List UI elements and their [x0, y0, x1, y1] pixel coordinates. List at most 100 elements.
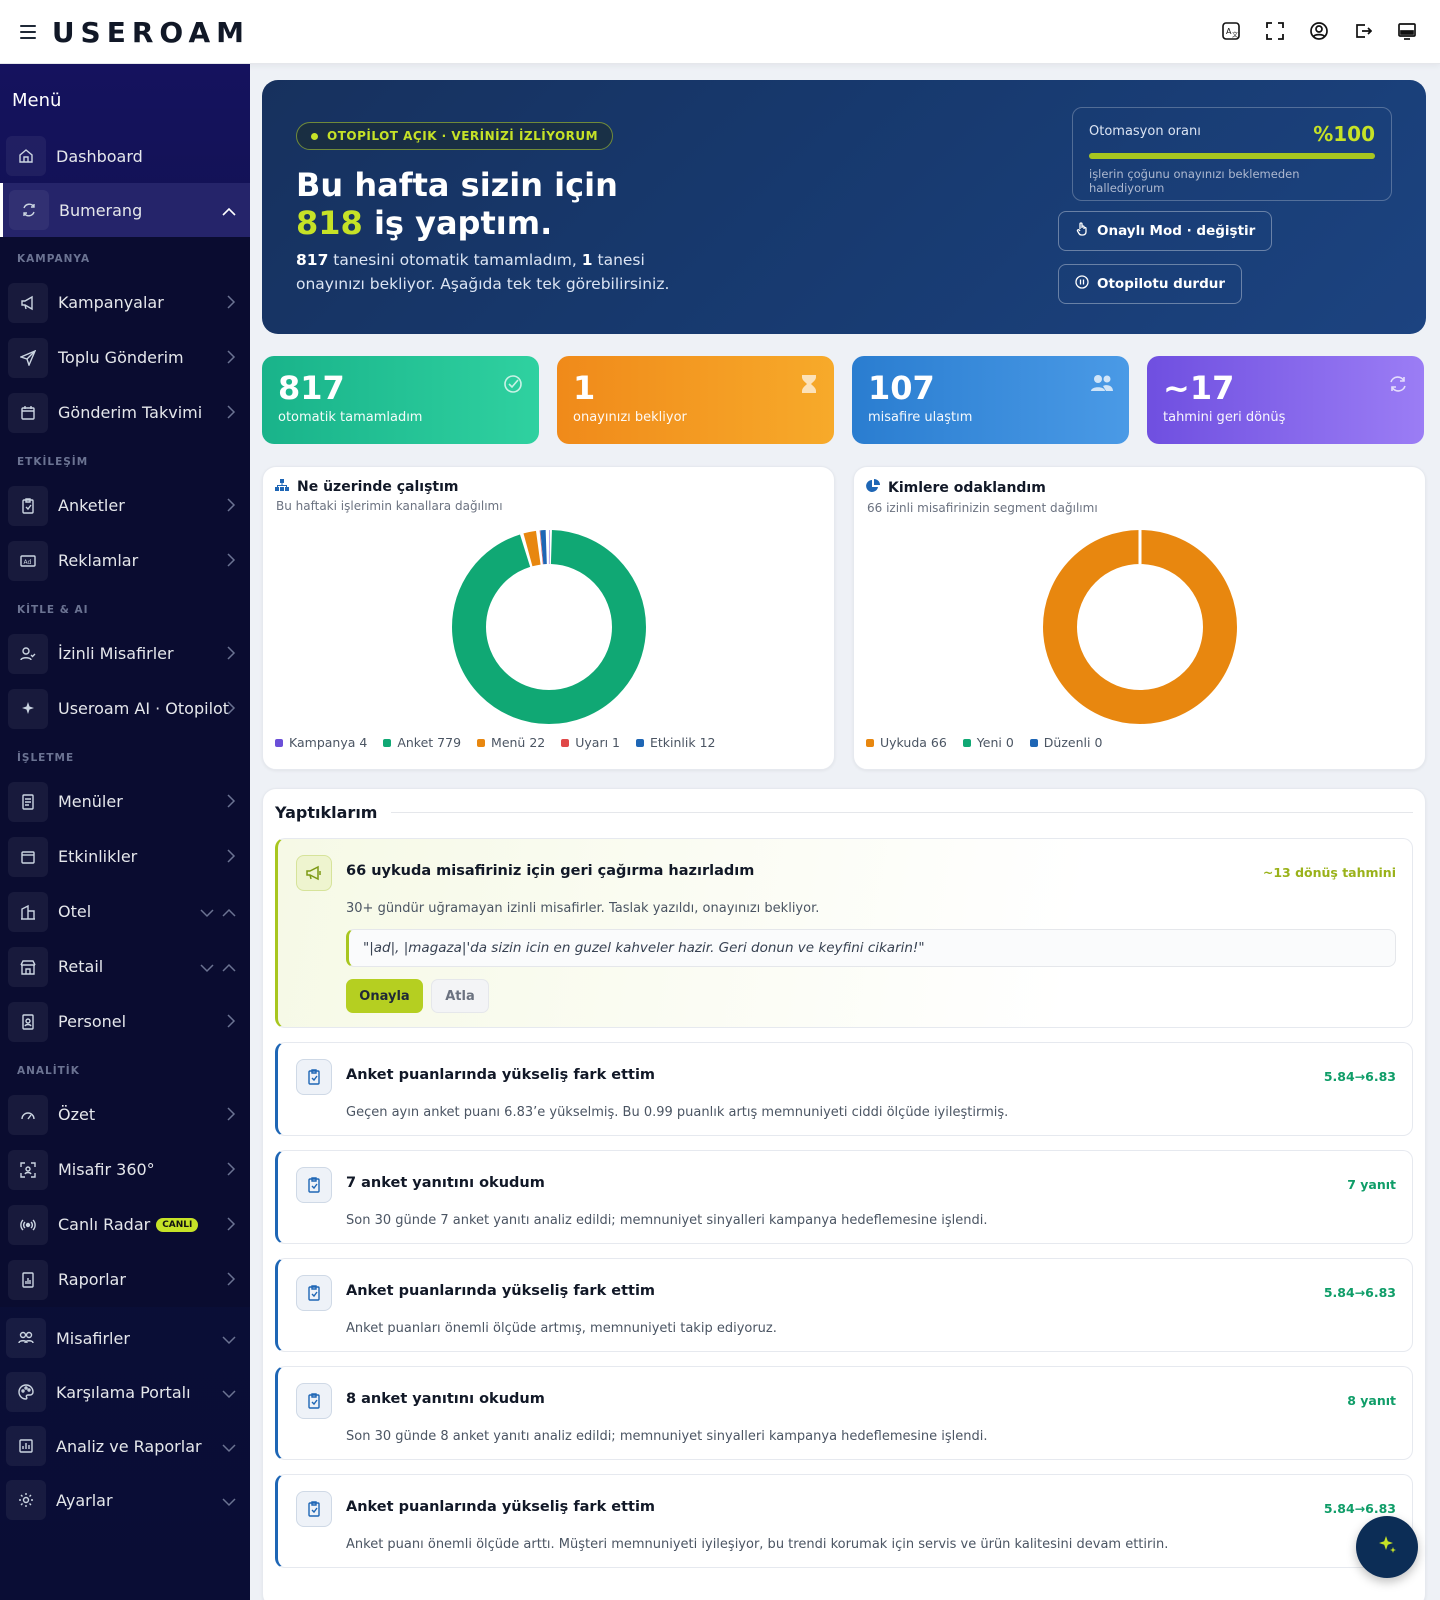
sidebar-item-label: Gönderim Takvimi [58, 403, 203, 422]
pending-count: 1 [581, 251, 593, 269]
home-icon [6, 136, 46, 176]
chevron-toggle-icon [200, 958, 236, 977]
sidebar-item-anketler[interactable]: Anketler [0, 478, 250, 533]
fullscreen-icon[interactable] [1264, 20, 1286, 42]
segment-donut-chart [1042, 530, 1237, 724]
chart-subtitle: Bu haftaki işlerimin kanallara dağılımı [276, 499, 503, 513]
sidebar-item-gonderim-takvimi[interactable]: Gönderim Takvimi [0, 385, 250, 440]
sidebar-item-menuler[interactable]: Menüler [0, 774, 250, 829]
activity-meta: 5.84→6.83 [1323, 1069, 1396, 1084]
menu-list-icon [8, 781, 48, 822]
chevron-right-icon [226, 497, 236, 516]
sidebar-item-label: Canlı Radar [58, 1215, 151, 1234]
svg-text:文: 文 [1232, 31, 1238, 39]
brand: USEROAM [0, 0, 250, 64]
badge-icon [8, 1001, 48, 1042]
sidebar-item-izinli-misafirler[interactable]: İzinli Misafirler [0, 626, 250, 681]
logo[interactable]: USEROAM [52, 16, 250, 49]
legend-swatch [383, 738, 392, 747]
sidebar-item-label: İzinli Misafirler [58, 644, 174, 663]
skip-button[interactable]: Atla [431, 979, 489, 1013]
legend-label: Uyarı 1 [575, 735, 620, 750]
sidebar-item-misafirler[interactable]: Misafirler [0, 1311, 250, 1365]
stop-autopilot-button[interactable]: Otopilotu durdur [1058, 264, 1243, 304]
activity-title: Anket puanlarında yükseliş fark ettim [346, 1067, 656, 1083]
logout-icon[interactable] [1352, 20, 1374, 42]
sidebar-item-kampanyalar[interactable]: Kampanyalar [0, 275, 250, 330]
sidebar-item-otel[interactable]: Otel [0, 884, 250, 939]
sidebar-item-label: Useroam AI · Otopilot [58, 699, 230, 718]
stat-label: onayınızı bekliyor [573, 410, 687, 425]
chevron-right-icon [226, 294, 236, 313]
gauge-icon [8, 1094, 48, 1135]
ai-assistant-button[interactable] [1356, 1516, 1418, 1578]
chart-title-text: Kimlere odaklandım [888, 480, 1046, 496]
legend-label: Düzenli 0 [1043, 735, 1103, 750]
sidebar-item-bumerang[interactable]: Bumerang [0, 183, 250, 237]
automation-progress-track [1089, 153, 1375, 159]
chart-row: Ne üzerinde çalıştım Bu haftaki işlerimi… [262, 466, 1426, 770]
activity-desc: Geçen ayın anket puanı 6.83’e yükselmiş.… [346, 1105, 1009, 1120]
chart-title: Ne üzerinde çalıştım [275, 479, 822, 495]
screen-icon[interactable] [1396, 20, 1418, 42]
chevron-down-icon [222, 1438, 236, 1457]
activity-desc: Anket puanları önemli ölçüde artmış, mem… [346, 1321, 777, 1336]
sidebar-item-retail[interactable]: Retail [0, 939, 250, 994]
sidebar-item-misafir-360[interactable]: Misafir 360° [0, 1142, 250, 1197]
activity-list: Anket puanlarında yükseliş fark ettim 5.8… [275, 1042, 1413, 1568]
translate-icon[interactable]: A文 [1220, 20, 1242, 42]
sidebar-item-useroam-ai[interactable]: Useroam AI · Otopilot [0, 681, 250, 736]
sidebar-item-label: Raporlar [58, 1270, 126, 1289]
stat-value: 817 [278, 369, 345, 407]
clipboard-check-icon [296, 1059, 332, 1095]
sidebar-item-label: Kampanyalar [58, 293, 164, 312]
stat-card-completed: 817 otomatik tamamladım [262, 356, 539, 444]
user-icon[interactable] [1308, 20, 1330, 42]
send-icon [8, 337, 48, 378]
legend-label: Etkinlik 12 [649, 735, 716, 750]
sitemap-icon [275, 479, 289, 495]
live-badge: CANLI [156, 1217, 199, 1232]
chevron-right-icon [226, 349, 236, 368]
activity-item: 7 anket yanıtını okudum 7 yanıt Son 30 gün… [275, 1150, 1413, 1244]
sidebar-item-ozet[interactable]: Özet [0, 1087, 250, 1142]
sidebar-item-dashboard[interactable]: Dashboard [0, 129, 250, 183]
sidebar-item-canli-radar[interactable]: Canlı Radar CANLI [0, 1197, 250, 1252]
sidebar-item-toplu-gonderim[interactable]: Toplu Gönderim [0, 330, 250, 385]
legend-item: Uyarı 1 [561, 735, 620, 750]
donut-slice-anket[interactable] [451, 530, 646, 724]
sidebar-item-label: Analiz ve Raporlar [56, 1436, 202, 1456]
legend-label: Kampanya 4 [289, 735, 368, 750]
channel-chart-card: Ne üzerinde çalıştım Bu haftaki işlerimi… [262, 466, 835, 770]
activity-title: Anket puanlarında yükseliş fark ettim [346, 1283, 656, 1299]
activity-item: 8 anket yanıtını okudum 8 yanıt Son 30 gün… [275, 1366, 1413, 1460]
sidebar-item-label: Karşılama Portalı [56, 1382, 191, 1402]
chevron-right-icon [226, 1106, 236, 1125]
sidebar-item-analiz-raporlar[interactable]: Analiz ve Raporlar [0, 1419, 250, 1473]
legend-item: Düzenli 0 [1029, 735, 1103, 750]
donut-slice-uykuda[interactable] [1042, 530, 1237, 724]
hamburger-menu-icon[interactable] [20, 25, 36, 39]
sidebar-item-label: Etkinlikler [58, 847, 138, 866]
activities-card: Yaptıklarım 66 uykuda misafiriniz için g… [262, 788, 1426, 1600]
approve-button[interactable]: Onayla [346, 979, 423, 1013]
stat-label: misafire ulaştım [868, 410, 973, 425]
sidebar-item-ayarlar[interactable]: Ayarlar [0, 1473, 250, 1527]
sidebar-item-etkinlikler[interactable]: Etkinlikler [0, 829, 250, 884]
sidebar-item-reklamlar[interactable]: Ad Reklamlar [0, 533, 250, 588]
legend-swatch [477, 738, 486, 747]
segment-chart-card: Kimlere odaklandım 66 izinli misafiriniz… [853, 466, 1426, 770]
approval-mode-button[interactable]: Onaylı Mod · değiştir [1058, 211, 1273, 251]
chevron-right-icon [226, 793, 236, 812]
chevron-down-icon [222, 1330, 236, 1349]
sidebar-item-personel[interactable]: Personel [0, 994, 250, 1049]
sidebar-item-raporlar[interactable]: Raporlar [0, 1252, 250, 1307]
activity-item: Anket puanlarında yükseliş fark ettim 5.8… [275, 1474, 1413, 1568]
sidebar-item-karsilama-portali[interactable]: Karşılama Portalı [0, 1365, 250, 1419]
legend-label: Yeni 0 [976, 735, 1014, 750]
stat-cards: 817 otomatik tamamladım 1 onayınızı bekl… [262, 356, 1426, 444]
chevron-right-icon [226, 1161, 236, 1180]
hero-subtitle: 817 tanesini otomatik tamamladım, 1 tane… [296, 248, 676, 296]
pie-chart-icon [866, 479, 880, 497]
refresh-icon [1388, 374, 1408, 398]
